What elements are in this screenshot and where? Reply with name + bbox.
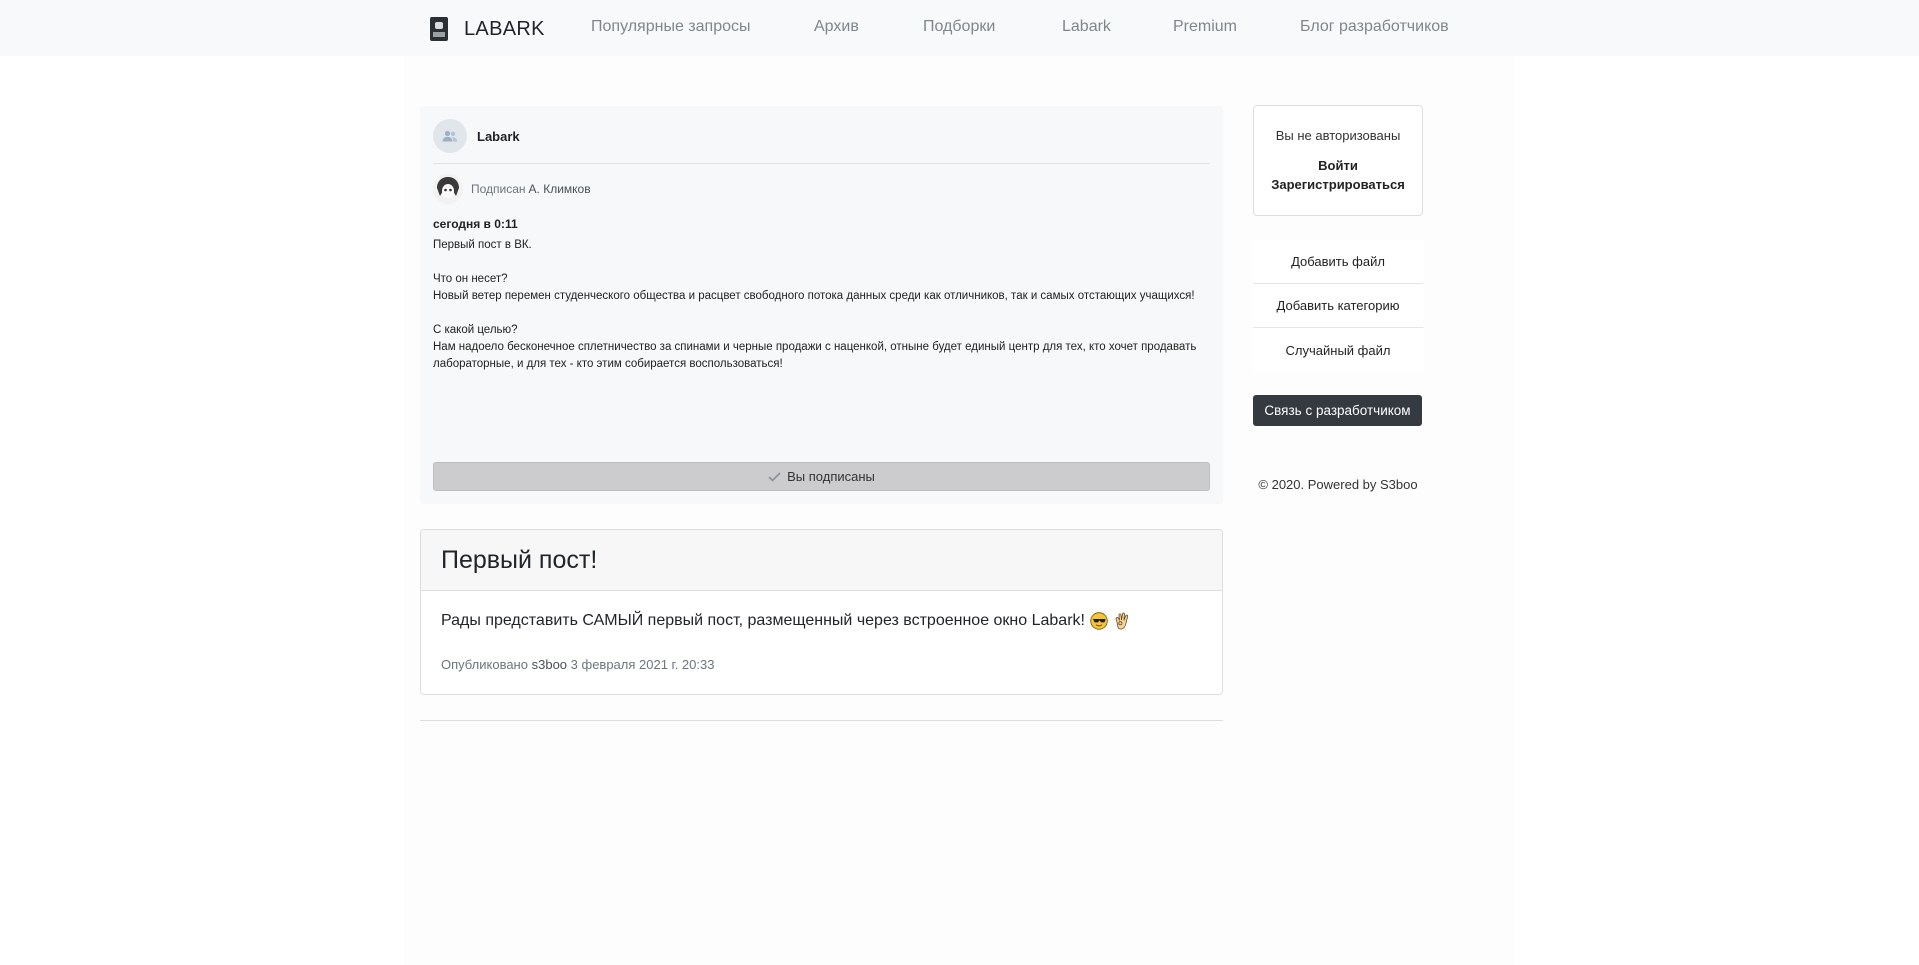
post-paragraph: Нам надоело бесконечное сплетничество за… [433,341,1197,370]
post-paragraph: Первый пост в ВК. [433,239,532,251]
nav-collections[interactable]: Подборки [923,18,995,36]
group-name[interactable]: Labark [477,129,520,144]
nav-dev-blog[interactable]: Блог разработчиков [1300,18,1449,36]
login-link[interactable]: Войти [1254,158,1422,173]
nav-archive[interactable]: Архив [814,18,859,36]
subscribed-button[interactable]: Вы подписаны [433,462,1210,491]
author-avatar[interactable] [433,174,463,204]
signed-label: Подписан [471,182,526,196]
top-navbar: LABARK Популярные запросы Архив Подборки… [0,0,1919,56]
post-meta-prefix: Опубликовано [441,657,528,672]
post-meta-author-link[interactable]: s3boo [532,657,567,672]
vk-post-widget: Labark Подписан А. Климков сегодня в 0:1… [420,106,1223,504]
auth-status: Вы не авторизованы [1275,128,1401,143]
register-link[interactable]: Зарегистрироваться [1254,177,1422,192]
check-icon [768,471,781,482]
brand-name: LABARK [464,17,545,40]
post-time[interactable]: сегодня в 0:11 [433,217,518,231]
add-file-link[interactable]: Добавить файл [1253,240,1423,284]
ok-hand-emoji-icon [1113,612,1131,630]
post-title: Первый пост! [441,545,598,574]
footer-copyright: © 2020. Powered by S3boo [1258,477,1418,492]
brand-link[interactable]: LABARK [430,16,545,42]
sidebar-actions: Добавить файл Добавить категорию Случайн… [1253,240,1423,372]
post-meta-date: 3 февраля 2021 г. 20:33 [570,657,715,672]
group-header[interactable]: Labark [433,119,520,153]
post-card: Первый пост! Рады представить САМЫЙ перв… [420,529,1223,695]
divider [420,720,1223,721]
nav-popular-queries[interactable]: Популярные запросы [591,18,750,36]
brand-logo-icon [430,17,448,41]
post-text: Рады представить САМЫЙ первый пост, разм… [441,612,1131,630]
post-paragraph: С какой целью? [433,324,518,336]
subscribed-label: Вы подписаны [787,469,875,484]
group-avatar-icon [433,119,467,153]
random-file-link[interactable]: Случайный файл [1253,328,1423,372]
post-card-header: Первый пост! [421,530,1222,591]
auth-box: Вы не авторизованы Войти Зарегистрироват… [1253,105,1423,216]
nav-labark[interactable]: Labark [1062,18,1111,36]
post-text-content: Рады представить САМЫЙ первый пост, разм… [441,612,1085,629]
add-category-link[interactable]: Добавить категорию [1253,284,1423,328]
post-paragraph: Что он несет? [433,273,508,285]
nav-premium[interactable]: Premium [1173,18,1237,36]
post-paragraph: Новый ветер перемен студенческого общест… [433,290,1195,302]
sunglasses-emoji-icon [1090,612,1108,630]
post-body: Первый пост в ВК. Что он несет? Новый ве… [433,237,1213,373]
post-meta: Опубликовано s3boo 3 февраля 2021 г. 20:… [441,657,714,672]
signed-author-link[interactable]: А. Климков [529,182,591,196]
divider [433,163,1210,164]
author-row: Подписан А. Климков [433,174,591,204]
contact-developer-button[interactable]: Связь с разработчиком [1253,395,1422,426]
